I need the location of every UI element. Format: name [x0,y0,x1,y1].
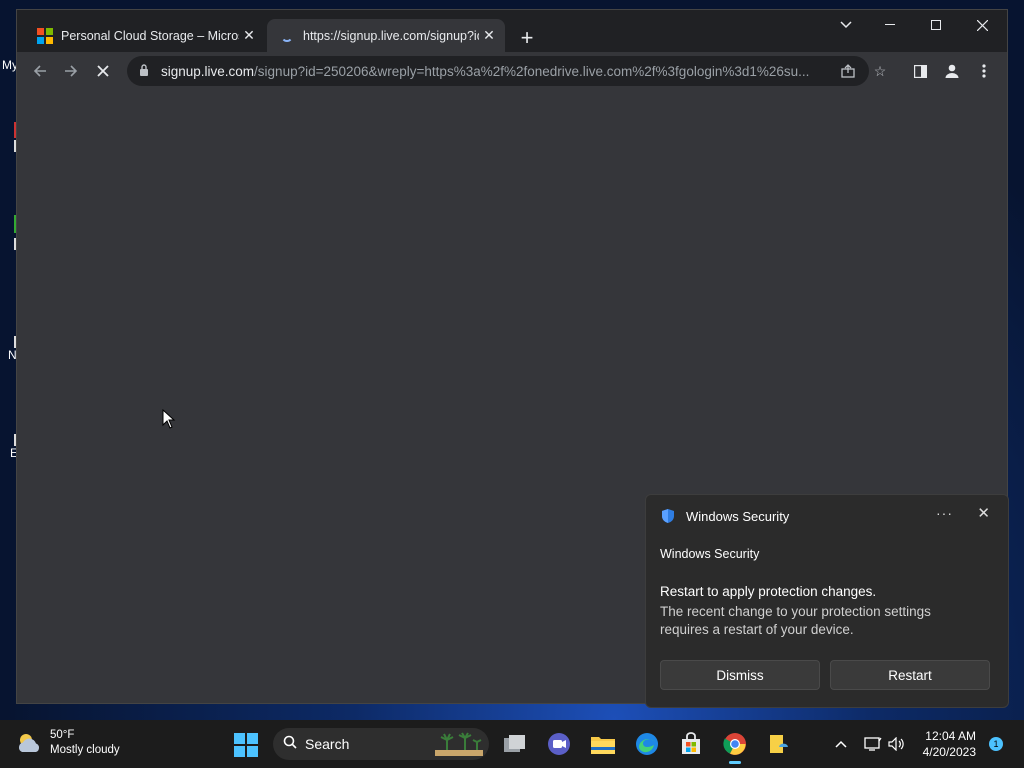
chevron-down-icon [840,21,852,29]
stop-button[interactable] [90,58,116,84]
shield-icon [662,509,674,523]
weather-condition: Mostly cloudy [50,744,120,756]
toast-body: The recent change to your protection set… [660,604,931,637]
clock-date: 4/20/2023 [922,745,976,759]
tab-search-button[interactable] [823,10,869,40]
maximize-button[interactable] [913,10,959,40]
desktop-icon-stub-1[interactable] [0,140,22,152]
dismiss-button[interactable]: Dismiss [660,660,820,690]
tab-strip: Personal Cloud Storage – Microsoft OneDr… [17,10,1007,52]
chrome-taskbar-icon[interactable] [721,730,749,764]
notification-badge[interactable]: 1 [989,737,1003,751]
volume-icon[interactable] [886,720,908,768]
task-view-icon[interactable] [501,730,529,758]
browser-toolbar: signup.live.com/signup?id=250206&wreply=… [17,52,1007,90]
loading-spinner-icon [279,28,295,44]
search-icon [283,735,297,753]
desktop-icon-my[interactable]: My [0,58,18,72]
new-tab-button[interactable]: + [515,25,539,50]
stop-loading-icon [97,65,109,77]
toast-header: Windows Security [660,508,789,524]
tab-title: Personal Cloud Storage – Microsoft OneDr… [61,28,239,43]
tab-signup[interactable]: https://signup.live.com/signup?id=250206… [267,19,505,52]
desktop-icon-green[interactable] [0,215,18,233]
more-options-icon[interactable]: ··· [936,505,953,521]
search-highlight-palm-icon [435,732,483,756]
url-host: signup.live.com [161,63,255,79]
taskbar: 50°F Mostly cloudy Search 12:04 AM 4/20/… [0,720,1024,768]
desktop-icon-label: My [2,58,18,72]
search-label: Search [305,736,350,752]
windows-security-notification[interactable]: Windows Security ··· ✕ Windows Security … [645,494,1009,708]
share-icon[interactable] [835,56,861,86]
minimize-button[interactable] [867,10,913,40]
file-explorer-icon[interactable] [589,730,617,758]
maximize-icon [931,20,941,30]
close-tab-icon[interactable]: ✕ [239,26,259,46]
mouse-cursor-icon [162,409,176,429]
desktop-icon-stub-2[interactable] [0,238,22,250]
toast-app-name: Windows Security [660,547,760,561]
sticky-notes-icon[interactable] [765,730,793,758]
tab-onedrive[interactable]: Personal Cloud Storage – Microsoft OneDr… [25,19,265,52]
address-bar[interactable]: signup.live.com/signup?id=250206&wreply=… [127,56,886,86]
microsoft-logo-icon [37,27,53,44]
kebab-menu-icon[interactable] [971,58,997,84]
cloud-moon-icon [18,734,40,752]
tab-title: https://signup.live.com/signup?id=250206 [303,28,479,43]
teams-chat-icon[interactable] [545,730,573,758]
system-clock[interactable]: 12:04 AM 4/20/2023 [910,728,976,760]
back-arrow-icon [33,65,46,77]
desktop-icon-e[interactable]: E [0,434,22,460]
start-windows-icon[interactable] [234,733,258,757]
weather-temperature: 50°F [50,729,75,741]
edge-browser-icon[interactable] [633,730,661,758]
toast-title: Restart to apply protection changes. [660,584,877,599]
profile-icon[interactable] [939,58,965,84]
lock-icon[interactable] [139,63,153,79]
plus-icon: + [520,25,534,50]
show-hidden-icons-chevron-up-icon[interactable] [830,720,852,768]
forward-arrow-icon [65,65,78,77]
desktop-icon-red[interactable] [0,122,18,138]
close-icon [976,19,988,31]
close-icon[interactable]: ✕ [977,504,990,522]
weather-widget[interactable]: 50°F Mostly cloudy [16,728,120,758]
url-text[interactable]: signup.live.com/signup?id=250206&wreply=… [161,64,829,79]
forward-button[interactable] [58,58,84,84]
url-path: /signup?id=250206&wreply=https%3a%2f%2fo… [254,63,810,79]
back-button[interactable] [27,58,53,84]
taskbar-search[interactable]: Search [273,728,489,760]
desktop-icon-n[interactable]: N [0,336,22,362]
close-window-button[interactable] [959,10,1005,40]
minimize-icon [885,24,895,25]
desktop-icon-label: N [8,348,17,362]
restart-button[interactable]: Restart [830,660,990,690]
network-icon[interactable] [862,720,884,768]
side-panel-icon[interactable] [907,58,933,84]
close-tab-icon[interactable]: ✕ [479,26,499,46]
toast-header-label: Windows Security [686,508,790,524]
star-icon[interactable]: ☆ [867,56,893,86]
clock-time: 12:04 AM [925,729,976,743]
microsoft-store-icon[interactable] [677,730,705,758]
